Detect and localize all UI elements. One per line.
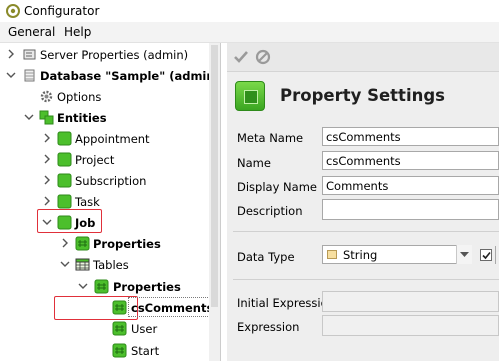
tree-scrollbar-thumb[interactable] bbox=[211, 45, 218, 307]
tree-item-subscription[interactable]: Subscription bbox=[0, 171, 210, 190]
display-name-label: Display Name bbox=[237, 180, 317, 194]
tree-item-project[interactable]: Project bbox=[0, 150, 210, 169]
panel-splitter[interactable] bbox=[220, 43, 227, 361]
chevron-down-icon[interactable] bbox=[78, 280, 88, 292]
description-label: Description bbox=[237, 204, 303, 218]
option-checkbox[interactable] bbox=[480, 249, 492, 261]
tree-item-label: Properties bbox=[93, 237, 161, 251]
entity-icon bbox=[57, 194, 72, 209]
tree-item-label: Task bbox=[75, 195, 100, 209]
initial-expression-label: Initial Expression bbox=[237, 296, 335, 310]
panel-title: Property Settings bbox=[280, 86, 445, 105]
separator bbox=[233, 231, 499, 232]
checkmark-icon bbox=[482, 251, 491, 260]
data-type-value: String bbox=[343, 248, 378, 262]
window-title: Configurator bbox=[24, 4, 100, 18]
cancel-icon[interactable] bbox=[255, 49, 271, 65]
tree-item-label: Database "Sample" (admin) bbox=[40, 69, 220, 83]
tree-item-label: Server Properties (admin) bbox=[40, 48, 189, 62]
tree-item-start[interactable]: Start bbox=[0, 341, 210, 360]
tree-item-label: Properties bbox=[113, 280, 181, 294]
chevron-right-icon[interactable] bbox=[42, 153, 52, 165]
name-label: Name bbox=[237, 156, 271, 170]
gear-icon bbox=[40, 90, 53, 103]
name-field[interactable]: csComments bbox=[322, 151, 499, 170]
chevron-down-icon[interactable] bbox=[6, 69, 16, 81]
tree-item-label: Project bbox=[75, 153, 115, 167]
chevron-down-icon[interactable] bbox=[24, 111, 34, 123]
properties-icon bbox=[94, 279, 109, 294]
panel-toolbar bbox=[227, 43, 499, 72]
entity-icon bbox=[57, 152, 72, 167]
properties-icon bbox=[75, 236, 90, 251]
chevron-right-icon[interactable] bbox=[42, 132, 52, 144]
chevron-down-icon[interactable] bbox=[60, 258, 70, 270]
data-type-select[interactable]: String bbox=[322, 245, 472, 264]
menu-general[interactable]: General bbox=[8, 25, 55, 39]
entities-icon bbox=[39, 110, 54, 125]
meta-name-label: Meta Name bbox=[237, 131, 304, 145]
tree-item-database[interactable]: Database "Sample" (admin) bbox=[0, 66, 220, 85]
tree-item-label: Subscription bbox=[75, 174, 147, 188]
tree-item-options[interactable]: Options bbox=[0, 87, 210, 106]
check-icon[interactable] bbox=[233, 49, 249, 65]
truncated-label-edge bbox=[495, 246, 499, 264]
tree-item-label: Job bbox=[75, 216, 96, 230]
tree-item-label: Tables bbox=[93, 258, 129, 272]
tree-item-label: Appointment bbox=[75, 132, 150, 146]
tree-item-user[interactable]: User bbox=[0, 319, 210, 338]
tree-item-server-properties[interactable]: Server Properties (admin) bbox=[0, 45, 210, 64]
tree-item-label: Options bbox=[57, 90, 102, 104]
separator bbox=[233, 279, 499, 280]
chevron-right-icon[interactable] bbox=[42, 174, 52, 186]
app-icon bbox=[6, 4, 20, 18]
menu-help[interactable]: Help bbox=[64, 25, 91, 39]
expression-field[interactable] bbox=[322, 315, 499, 336]
navigation-tree: Server Properties (admin) Database "Samp… bbox=[0, 43, 220, 361]
meta-name-field[interactable]: csComments bbox=[322, 127, 499, 146]
tree-item-task[interactable]: Task bbox=[0, 192, 210, 211]
chevron-down-icon[interactable] bbox=[42, 216, 52, 228]
string-type-icon bbox=[327, 250, 337, 259]
server-icon bbox=[23, 49, 36, 60]
menu-bar: General Help bbox=[0, 22, 499, 43]
data-type-label: Data Type bbox=[237, 250, 295, 264]
tree-item-job[interactable]: Job bbox=[0, 213, 210, 232]
entity-icon bbox=[57, 173, 72, 188]
database-icon bbox=[24, 69, 35, 82]
property-icon bbox=[112, 321, 127, 336]
expression-label: Expression bbox=[237, 320, 300, 334]
table-icon bbox=[75, 258, 90, 271]
chevron-right-icon[interactable] bbox=[6, 48, 16, 60]
description-field[interactable] bbox=[322, 199, 499, 220]
tree-item-cscomments[interactable]: csComments bbox=[0, 298, 214, 317]
tree-item-entities[interactable]: Entities bbox=[0, 108, 210, 127]
chevron-right-icon[interactable] bbox=[60, 237, 70, 249]
tree-item-label: User bbox=[131, 322, 158, 336]
tree-item-label: Entities bbox=[57, 111, 107, 125]
chevron-right-icon[interactable] bbox=[42, 195, 52, 207]
tree-item-job-properties[interactable]: Properties bbox=[0, 234, 210, 253]
entity-icon bbox=[57, 131, 72, 146]
dropdown-arrow-icon bbox=[460, 252, 469, 257]
title-bar: Configurator bbox=[0, 0, 499, 22]
tree-item-appointment[interactable]: Appointment bbox=[0, 129, 210, 148]
property-settings-panel: Property Settings Meta Name csComments N… bbox=[227, 43, 499, 361]
property-icon bbox=[112, 300, 127, 315]
property-settings-icon bbox=[235, 81, 265, 111]
tree-item-table-properties[interactable]: Properties bbox=[0, 277, 210, 296]
entity-icon bbox=[57, 215, 72, 230]
tree-item-tables[interactable]: Tables bbox=[0, 255, 210, 274]
tree-item-label: csComments bbox=[131, 301, 214, 315]
property-icon bbox=[112, 343, 127, 358]
data-type-dropdown-button[interactable] bbox=[456, 245, 472, 264]
tree-item-label: Start bbox=[131, 344, 160, 358]
initial-expression-field[interactable] bbox=[322, 291, 499, 312]
display-name-field[interactable]: Comments bbox=[322, 176, 499, 195]
